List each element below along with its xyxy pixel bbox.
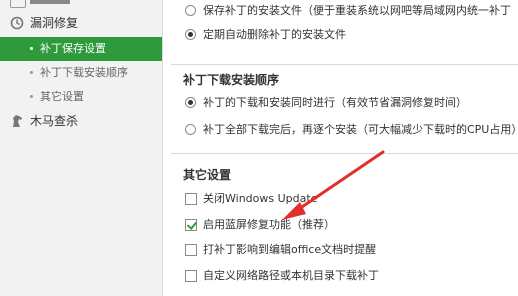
sidebar: 漏洞修复 补丁保存设置 补丁下载安装顺序 其它设置 木马查杀: [0, 0, 163, 296]
option-label: 关闭Windows Update: [203, 192, 318, 205]
option-label: 启用蓝屏修复功能（推荐）: [203, 218, 335, 231]
bullet-icon: [30, 71, 33, 74]
sidebar-item-label: 补丁下载安装顺序: [40, 66, 128, 79]
section-title-download-order: 补丁下载安装顺序: [183, 73, 280, 87]
sidebar-group-vuln-fix[interactable]: 漏洞修复: [0, 12, 162, 34]
checkbox[interactable]: [185, 244, 197, 256]
horse-icon: [13, 115, 22, 127]
radio-button[interactable]: [185, 29, 196, 40]
clipped-icon: [10, 0, 26, 8]
sidebar-group-label: 木马查杀: [30, 114, 79, 128]
checkbox[interactable]: [185, 193, 197, 205]
bullet-icon: [30, 95, 33, 98]
section-divider: [171, 153, 518, 154]
sidebar-group-trojan-scan[interactable]: 木马查杀: [0, 110, 162, 132]
option-label: 定期自动删除补丁的安装文件: [203, 28, 346, 41]
radio-button[interactable]: [185, 5, 196, 16]
bullet-icon: [30, 47, 33, 50]
checkbox[interactable]: [185, 270, 197, 282]
sidebar-item-label: 其它设置: [40, 90, 84, 103]
sidebar-item-other-settings[interactable]: 其它设置: [0, 85, 162, 109]
sidebar-item-label: 补丁保存设置: [40, 42, 106, 55]
option-label: 补丁的下载和安装同时进行（有效节省漏洞修复时间）: [203, 96, 467, 109]
sidebar-clipped-item[interactable]: [0, 0, 162, 8]
option-label: 补丁全部下载完后，再逐个安装（可大幅减少下载时的CPU占用）: [203, 123, 518, 136]
sidebar-group-label: 漏洞修复: [30, 16, 79, 30]
radio-button[interactable]: [185, 124, 196, 135]
refresh-icon: [10, 16, 24, 30]
radio-button[interactable]: [185, 97, 196, 108]
section-title-other-settings: 其它设置: [183, 168, 232, 182]
option-label: 打补丁影响到编辑office文档时提醒: [203, 243, 377, 256]
sidebar-item-download-order[interactable]: 补丁下载安装顺序: [0, 61, 162, 85]
settings-panel: 保存补丁的安装文件（便于重装系统以网吧等局域网内统一补丁 定期自动删除补丁的安装…: [163, 0, 518, 296]
checkbox[interactable]: [185, 219, 197, 231]
section-divider: [171, 64, 518, 65]
clipped-label: [30, 0, 70, 4]
option-label: 自定义网络路径或本机目录下载补丁: [203, 269, 379, 282]
sidebar-item-patch-save[interactable]: 补丁保存设置: [0, 37, 162, 61]
option-label: 保存补丁的安装文件（便于重装系统以网吧等局域网内统一补丁: [203, 4, 511, 17]
